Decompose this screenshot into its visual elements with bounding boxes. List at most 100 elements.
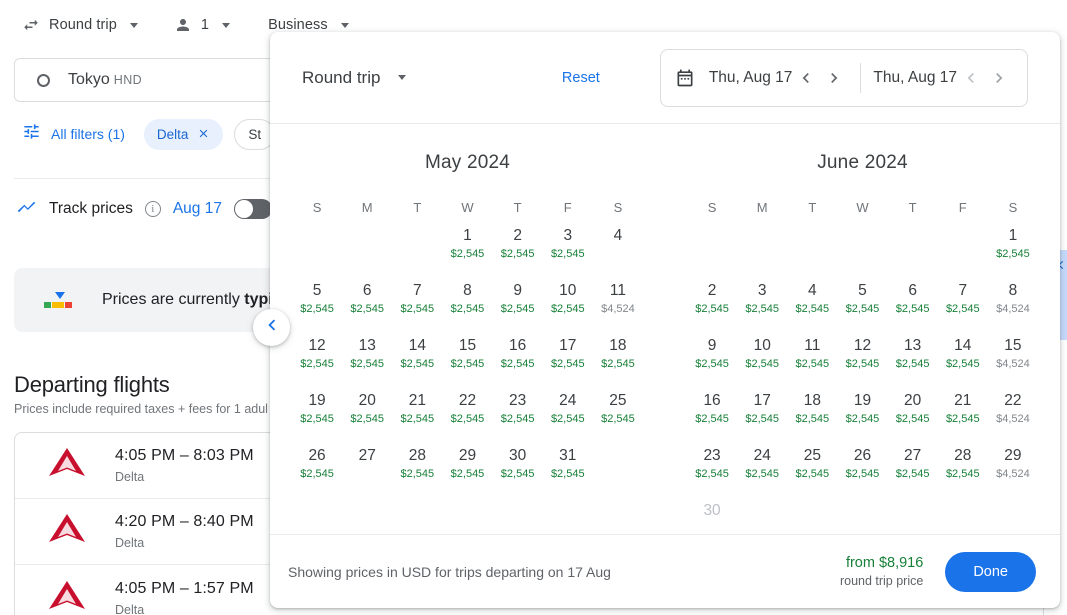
- calendar-day-1[interactable]: 1 $2,545: [442, 225, 492, 268]
- close-icon[interactable]: [197, 127, 210, 142]
- return-prev-day-button[interactable]: [957, 64, 985, 92]
- calendar-day-23[interactable]: 23 $2,545: [493, 390, 543, 433]
- calendar-day-2[interactable]: 2 $2,545: [687, 280, 737, 323]
- day-price: $2,545: [745, 413, 780, 425]
- calendar-day-6[interactable]: 6 $2,545: [342, 280, 392, 323]
- calendar-day-12[interactable]: 12 $2,545: [292, 335, 342, 378]
- calendar-day-11[interactable]: 11 $4,524: [593, 280, 643, 323]
- calendar-day-24[interactable]: 24 $2,545: [737, 445, 787, 488]
- calendar-day-22[interactable]: 22 $2,545: [442, 390, 492, 433]
- departure-prev-day-button[interactable]: [792, 64, 820, 92]
- calendar-day-25[interactable]: 25 $2,545: [593, 390, 643, 433]
- calendar-day-26[interactable]: 26 $2,545: [292, 445, 342, 488]
- calendar-day-4[interactable]: 4: [593, 225, 643, 268]
- round-trip-price-label: round trip price: [839, 574, 924, 588]
- weekday-label: S: [613, 200, 623, 215]
- calendar-day-18[interactable]: 18 $2,545: [593, 335, 643, 378]
- calendar-day-21[interactable]: 21 $2,545: [938, 390, 988, 433]
- calendar-day-13[interactable]: 13 $2,545: [342, 335, 392, 378]
- filter-chip-label: Delta: [156, 126, 189, 142]
- all-filters-button[interactable]: All filters (1): [14, 118, 133, 150]
- calendar-day-28[interactable]: 28 $2,545: [938, 445, 988, 488]
- departure-date-value[interactable]: Thu, Aug 17: [709, 69, 793, 87]
- calendar-day-15[interactable]: 15 $4,524: [988, 335, 1038, 378]
- calendar-day-13[interactable]: 13 $2,545: [888, 335, 938, 378]
- calendar-day-1[interactable]: 1 $2,545: [988, 225, 1038, 268]
- calendar-day-10[interactable]: 10 $2,545: [737, 335, 787, 378]
- calendar-day-29[interactable]: 29 $4,524: [988, 445, 1038, 488]
- day-price: $2,545: [945, 413, 980, 425]
- calendar-day-17[interactable]: 17 $2,545: [737, 390, 787, 433]
- day-number: 19: [853, 392, 872, 409]
- calendar-day-8[interactable]: 8 $4,524: [988, 280, 1038, 323]
- calendar-day-12[interactable]: 12 $2,545: [837, 335, 887, 378]
- calendar-day-17[interactable]: 17 $2,545: [543, 335, 593, 378]
- info-icon[interactable]: i: [144, 201, 161, 217]
- calendar-day-29[interactable]: 29 $2,545: [442, 445, 492, 488]
- day-price: $2,545: [450, 468, 485, 480]
- calendar-day-26[interactable]: 26 $2,545: [837, 445, 887, 488]
- calendar-day-7[interactable]: 7 $2,545: [392, 280, 442, 323]
- trip-type-selector[interactable]: Round trip: [14, 12, 146, 38]
- app-root: Round trip 1 Business Tokyo HND All filt…: [0, 0, 1067, 615]
- day-number: 21: [954, 392, 972, 409]
- calendar-day-27[interactable]: 27 $2,545: [888, 445, 938, 488]
- calendar-day-3[interactable]: 3 $2,545: [737, 280, 787, 323]
- day-price: $2,545: [550, 358, 585, 370]
- track-prices-toggle[interactable]: [233, 199, 272, 219]
- done-button[interactable]: Done: [945, 551, 1036, 592]
- calendar-day-22[interactable]: 22 $4,524: [988, 390, 1038, 433]
- calendar-day-27[interactable]: 27: [342, 445, 392, 488]
- calendar-day-15[interactable]: 15 $2,545: [442, 335, 492, 378]
- calendar-day-20[interactable]: 20 $2,545: [888, 390, 938, 433]
- calendar-day-20[interactable]: 20 $2,545: [342, 390, 392, 433]
- calendar-day-24[interactable]: 24 $2,545: [543, 390, 593, 433]
- weekday-label: T: [513, 200, 522, 215]
- passenger-selector[interactable]: 1: [166, 12, 238, 38]
- collapse-panel-button[interactable]: [253, 309, 290, 346]
- calendar-day-8[interactable]: 8 $2,545: [442, 280, 492, 323]
- calendar-day-18[interactable]: 18 $2,545: [787, 390, 837, 433]
- calendar-day-4[interactable]: 4 $2,545: [787, 280, 837, 323]
- day-number: 9: [513, 282, 522, 299]
- person-icon: [174, 16, 192, 34]
- calendar-day-7[interactable]: 7 $2,545: [938, 280, 988, 323]
- calendar-day-23[interactable]: 23 $2,545: [687, 445, 737, 488]
- day-number: 26: [853, 447, 872, 464]
- calendar-day-5[interactable]: 5 $2,545: [292, 280, 342, 323]
- calendar-day-3[interactable]: 3 $2,545: [543, 225, 593, 268]
- calendar-cell-empty: [737, 500, 787, 534]
- day-number: 25: [609, 392, 627, 409]
- day-number: 21: [408, 392, 426, 409]
- calendar-day-25[interactable]: 25 $2,545: [787, 445, 837, 488]
- calendar-day-31[interactable]: 31 $2,545: [543, 445, 593, 488]
- date-picker-header: Round trip Reset Thu, Aug 17 Thu, Aug 17: [270, 32, 1060, 124]
- calendar-day-19[interactable]: 19 $2,545: [837, 390, 887, 433]
- calendar-day-11[interactable]: 11 $2,545: [787, 335, 837, 378]
- return-date-value[interactable]: Thu, Aug 17: [873, 69, 957, 87]
- calendar-day-2[interactable]: 2 $2,545: [493, 225, 543, 268]
- calendar-day-30[interactable]: 30 $2,545: [493, 445, 543, 488]
- popup-trip-type-selector[interactable]: Round trip: [302, 68, 407, 88]
- weekday-label: S: [312, 200, 322, 215]
- calendar-week-row: 30: [687, 500, 1038, 534]
- calendar-day-6[interactable]: 6 $2,545: [888, 280, 938, 323]
- day-number: 18: [803, 392, 821, 409]
- calendar-day-5[interactable]: 5 $2,545: [837, 280, 887, 323]
- calendar-day-14[interactable]: 14 $2,545: [392, 335, 442, 378]
- calendar-day-9[interactable]: 9 $2,545: [687, 335, 737, 378]
- return-next-day-button[interactable]: [985, 64, 1013, 92]
- calendar-day-28[interactable]: 28 $2,545: [392, 445, 442, 488]
- calendar-day-14[interactable]: 14 $2,545: [938, 335, 988, 378]
- filter-chip-delta[interactable]: Delta: [143, 118, 224, 150]
- day-number: 3: [563, 227, 573, 244]
- reset-button[interactable]: Reset: [562, 70, 600, 86]
- calendar-day-16[interactable]: 16 $2,545: [687, 390, 737, 433]
- calendar-day-10[interactable]: 10 $2,545: [543, 280, 593, 323]
- departure-next-day-button[interactable]: [820, 64, 848, 92]
- calendar-day-21[interactable]: 21 $2,545: [392, 390, 442, 433]
- calendar-day-9[interactable]: 9 $2,545: [493, 280, 543, 323]
- chevron-down-icon: [398, 75, 407, 80]
- calendar-day-16[interactable]: 16 $2,545: [493, 335, 543, 378]
- calendar-day-19[interactable]: 19 $2,545: [292, 390, 342, 433]
